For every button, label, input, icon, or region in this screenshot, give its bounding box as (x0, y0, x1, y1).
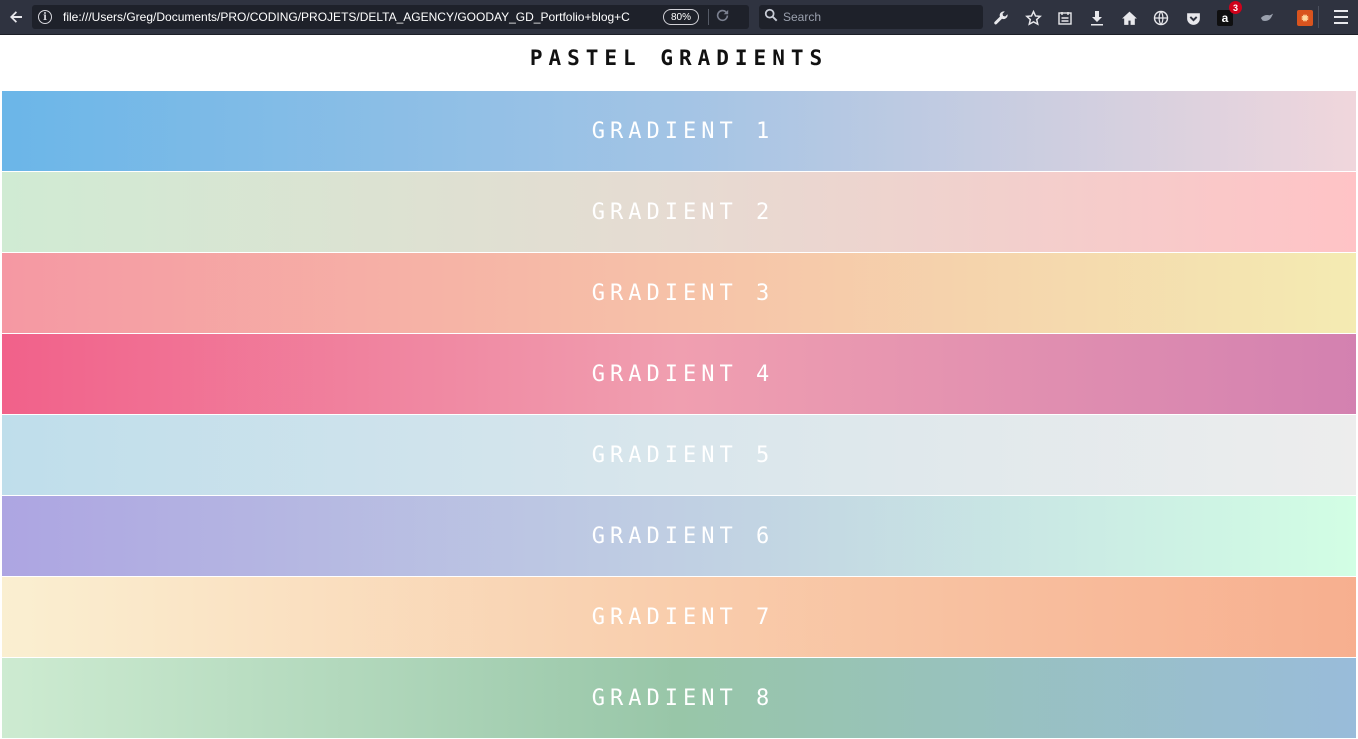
page-title: PASTEL GRADIENTS (529, 46, 829, 70)
back-button[interactable] (5, 6, 27, 28)
gradient-row-5: GRADIENT 5 (2, 415, 1356, 495)
zoom-level-badge[interactable]: 80% (663, 9, 700, 25)
home-icon[interactable] (1118, 7, 1140, 29)
globe-icon[interactable] (1150, 7, 1172, 29)
gradient-row-6: GRADIENT 6 (2, 496, 1356, 576)
url-text[interactable]: file:///Users/Greg/Documents/PRO/CODING/… (63, 10, 653, 24)
url-bar[interactable]: i file:///Users/Greg/Documents/PRO/CODIN… (32, 5, 749, 29)
gradient-row-2: GRADIENT 2 (2, 172, 1356, 252)
back-arrow-icon (10, 11, 22, 23)
toolbar-divider (1318, 6, 1319, 28)
info-icon[interactable]: i (38, 10, 52, 24)
browser-toolbar: i file:///Users/Greg/Documents/PRO/CODIN… (0, 0, 1358, 35)
gradient-row-4: GRADIENT 4 (2, 334, 1356, 414)
page-content: PASTEL GRADIENTS GRADIENT 1 GRADIENT 2 GRA… (0, 35, 1358, 738)
star-icon[interactable] (1022, 7, 1044, 29)
gradient-row-8: GRADIENT 8 (2, 658, 1356, 738)
gradient-row-7: GRADIENT 7 (2, 577, 1356, 657)
search-bar[interactable] (759, 5, 983, 29)
toolbar-icons: a 3 ✹ (990, 1, 1326, 30)
reload-icon[interactable] (716, 9, 729, 25)
extension-button[interactable]: ✹ (1294, 7, 1316, 29)
wrench-icon[interactable] (990, 7, 1012, 29)
gradient-label: GRADIENT 5 (591, 442, 775, 468)
gradient-label: GRADIENT 2 (591, 199, 775, 225)
gradient-label: GRADIENT 4 (591, 361, 775, 387)
gradient-list: GRADIENT 1 GRADIENT 2 GRADIENT 3 GRADIENT 4… (2, 91, 1356, 739)
gradient-label: GRADIENT 6 (591, 523, 775, 549)
gradient-label: GRADIENT 3 (591, 280, 775, 306)
gradient-label: GRADIENT 8 (591, 685, 775, 711)
gradient-label: GRADIENT 1 (591, 118, 775, 144)
url-divider (708, 9, 710, 25)
gradient-row-3: GRADIENT 3 (2, 253, 1356, 333)
gradient-label: GRADIENT 7 (591, 604, 775, 630)
notification-count-badge: 3 (1229, 1, 1242, 14)
extension-icon: ✹ (1297, 10, 1313, 26)
hamburger-menu-icon[interactable] (1330, 6, 1352, 28)
search-input[interactable] (783, 10, 963, 24)
download-icon[interactable] (1086, 7, 1108, 29)
bird-icon[interactable] (1256, 7, 1278, 29)
reader-icon[interactable] (1054, 7, 1076, 29)
pocket-icon[interactable] (1182, 7, 1204, 29)
gradient-row-1: GRADIENT 1 (2, 91, 1356, 171)
amazon-button[interactable]: a 3 (1214, 1, 1242, 29)
search-icon (764, 8, 778, 27)
